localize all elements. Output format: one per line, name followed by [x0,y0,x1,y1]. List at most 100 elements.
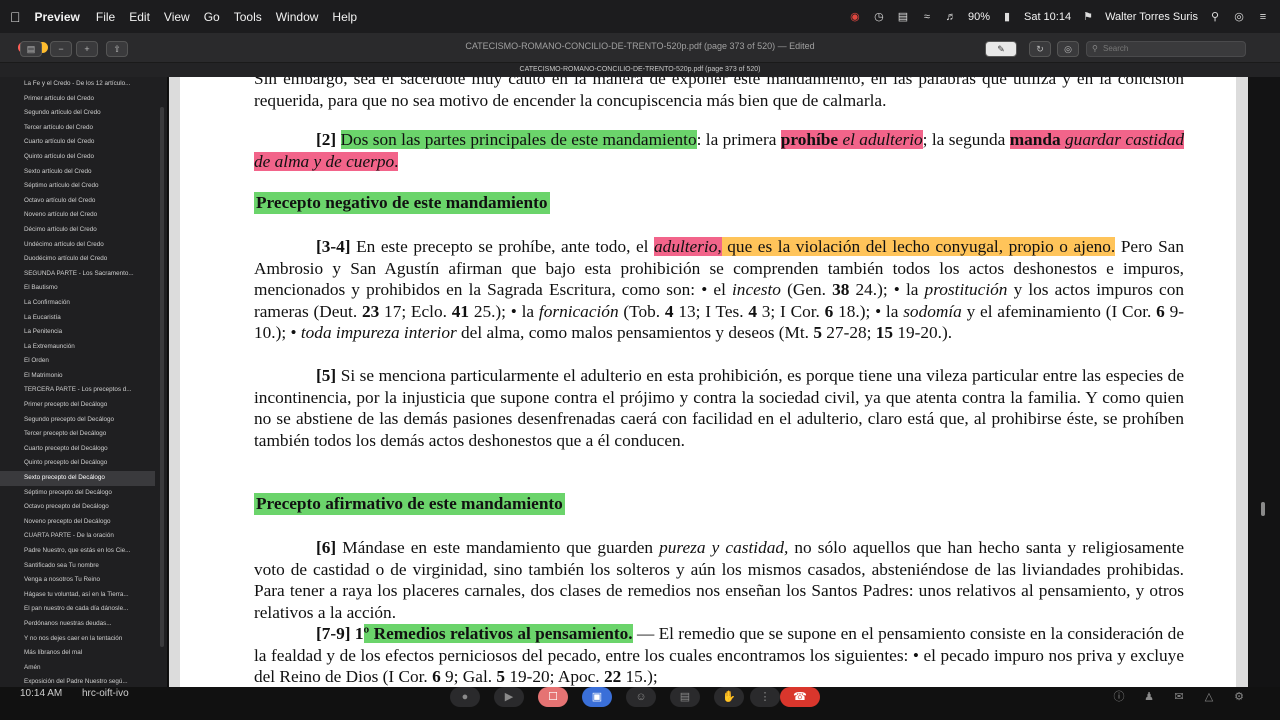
markup-pen-button[interactable]: ✎ [985,41,1017,57]
text-span: 9; Gal. [440,667,497,687]
text-bold: 38 [832,280,850,300]
time-machine-icon[interactable]: ◷ [872,10,886,23]
outline-item[interactable]: La Extremaunción [0,340,155,355]
menu-app-name[interactable]: Preview [35,10,80,24]
outline-item[interactable]: Segundo artículo del Credo [0,106,155,121]
camera-off-icon[interactable]: ☐ [538,687,568,707]
activities-icon[interactable]: △ [1194,687,1224,707]
emoji-button[interactable]: ☺ [626,687,656,707]
outline-item[interactable]: El Orden [0,354,155,369]
menu-view[interactable]: View [164,10,190,24]
outline-item[interactable]: Quinto precepto del Decálogo [0,456,155,471]
intro-line-1: Sin embargo, sea el sacerdote muy cauto … [254,77,976,88]
control-center-icon[interactable]: ≡ [1256,11,1270,23]
outline-item[interactable]: CUARTA PARTE - De la oración [0,529,155,544]
outline-item[interactable]: La Penitencia [0,325,155,340]
meeting-code: hrc-oift-ivo [82,688,129,699]
outline-item[interactable]: Padre Nuestro, que estás en los Cie... [0,544,155,559]
outline-item[interactable]: Séptimo precepto del Decálogo [0,486,155,501]
outline-item[interactable]: El Bautismo [0,281,155,296]
outline-item[interactable]: El Matrimonio [0,369,155,384]
outline-item[interactable]: Primer precepto del Decálogo [0,398,155,413]
menu-user[interactable]: Walter Torres Suris [1105,11,1198,23]
text-span: ; la segunda [922,130,1006,149]
highlight-green-bold: º Remedios relativos al pensamiento. [363,624,633,643]
outline-item[interactable]: Venga a nosotros Tu Reino [0,573,155,588]
outline-item[interactable]: Octavo precepto del Decálogo [0,500,155,515]
menu-help[interactable]: Help [332,10,357,24]
menu-go[interactable]: Go [204,10,220,24]
outline-item[interactable]: Sexto artículo del Credo [0,165,155,180]
outline-item[interactable]: Quinto artículo del Credo [0,150,155,165]
info-icon[interactable]: ⓘ [1104,687,1134,707]
outline-item[interactable]: Undécimo artículo del Credo [0,238,155,253]
outline-item[interactable]: Noveno precepto del Decálogo [0,515,155,530]
people-icon[interactable]: ♟ [1134,687,1164,707]
text-italic: sodomía [903,301,962,321]
outline-item[interactable]: Más líbranos del mal [0,646,155,661]
outline-item[interactable]: Cuarto artículo del Credo [0,135,155,150]
para-number: [7-9] [316,624,351,643]
outline-item[interactable]: Exposición del Padre Nuestro segú... [0,675,155,687]
outline-item[interactable]: Tercer artículo del Credo [0,121,155,136]
display-icon[interactable]: ▤ [896,10,910,23]
markup-toolbar-button[interactable]: ◎ [1057,41,1079,57]
chat-icon[interactable]: ✉ [1164,687,1194,707]
outline-item[interactable]: TERCERA PARTE - Los preceptos d... [0,383,155,398]
menu-edit[interactable]: Edit [129,10,150,24]
outline-item[interactable]: La Fe y el Credo - De los 12 artículo... [0,77,155,92]
outline-item[interactable]: Tercer precepto del Decálogo [0,427,155,442]
siri-icon[interactable]: ◎ [1232,10,1246,23]
menu-clock[interactable]: Sat 10:14 [1024,11,1071,23]
present-button[interactable]: ▣ [582,687,612,707]
record-icon[interactable]: ◉ [848,10,862,23]
text-span: Si se menciona particularmente el adulte… [254,366,1184,450]
outline-item[interactable]: Octavo artículo del Credo [0,194,155,209]
sidebar-scrollbar[interactable] [160,107,164,647]
menu-window[interactable]: Window [276,10,319,24]
text-bold: 4 [748,301,757,321]
rotate-button[interactable]: ↻ [1029,41,1051,57]
apple-icon[interactable]:  [10,9,21,25]
outline-item[interactable]: El pan nuestro de cada día dánosle... [0,602,155,617]
paragraph-3-4: [3-4] En este precepto se prohíbe, ante … [254,236,1184,344]
camera-button[interactable]: ▶ [494,687,524,707]
more-options-button[interactable]: ⋮ [750,687,780,707]
outline-item[interactable]: Hágase tu voluntad, así en la Tierra... [0,588,155,603]
outline-item[interactable]: Noveno artículo del Credo [0,208,155,223]
outline-item[interactable]: Décimo artículo del Credo [0,223,155,238]
outline-item[interactable]: Santificado sea Tu nombre [0,559,155,574]
wifi-icon[interactable]: ≈ [920,11,934,23]
menu-bar:  Preview File Edit View Go Tools Window… [0,0,1280,33]
outline-item[interactable]: Perdónanos nuestras deudas... [0,617,155,632]
outline-item[interactable]: Séptimo artículo del Credo [0,179,155,194]
outline-item[interactable]: La Confirmación [0,296,155,311]
edited-label: Edited [789,41,815,51]
outline-item[interactable]: SEGUNDA PARTE - Los Sacramento... [0,267,155,282]
battery-icon[interactable]: ▮ [1000,10,1014,23]
outline-item[interactable]: Segundo precepto del Decálogo [0,413,155,428]
scrollbar-thumb[interactable] [1261,502,1265,516]
text-bold: 41 [451,301,470,321]
captions-button[interactable]: ▤ [670,687,700,707]
search-input[interactable]: ⚲ Search [1086,41,1246,57]
hangup-button[interactable]: ☎ [780,687,820,707]
outline-item[interactable]: Amén [0,661,155,676]
spotlight-icon[interactable]: ⚲ [1208,10,1222,23]
text-span: (Tob. [618,301,665,321]
volume-icon[interactable]: ♬ [944,11,958,23]
document-scrollbar[interactable] [1249,77,1280,687]
outline-item[interactable]: Primer artículo del Credo [0,92,155,107]
outline-item[interactable]: Cuarto precepto del Decálogo [0,442,155,457]
document-view[interactable]: Sin embargo, sea el sacerdote muy cauto … [169,77,1248,687]
outline-item[interactable]: Sexto precepto del Decálogo [0,471,155,486]
menu-file[interactable]: File [96,10,115,24]
mic-button[interactable]: ● [450,687,480,707]
host-controls-icon[interactable]: ⚙ [1224,687,1254,707]
raise-hand-button[interactable]: ✋ [714,687,744,707]
menu-tools[interactable]: Tools [234,10,262,24]
outline-item[interactable]: Y no nos dejes caer en la tentación [0,632,155,647]
outline-item[interactable]: La Eucaristía [0,311,155,326]
outline-item[interactable]: Duodécimo artículo del Credo [0,252,155,267]
text-bold: 23 [361,301,380,321]
